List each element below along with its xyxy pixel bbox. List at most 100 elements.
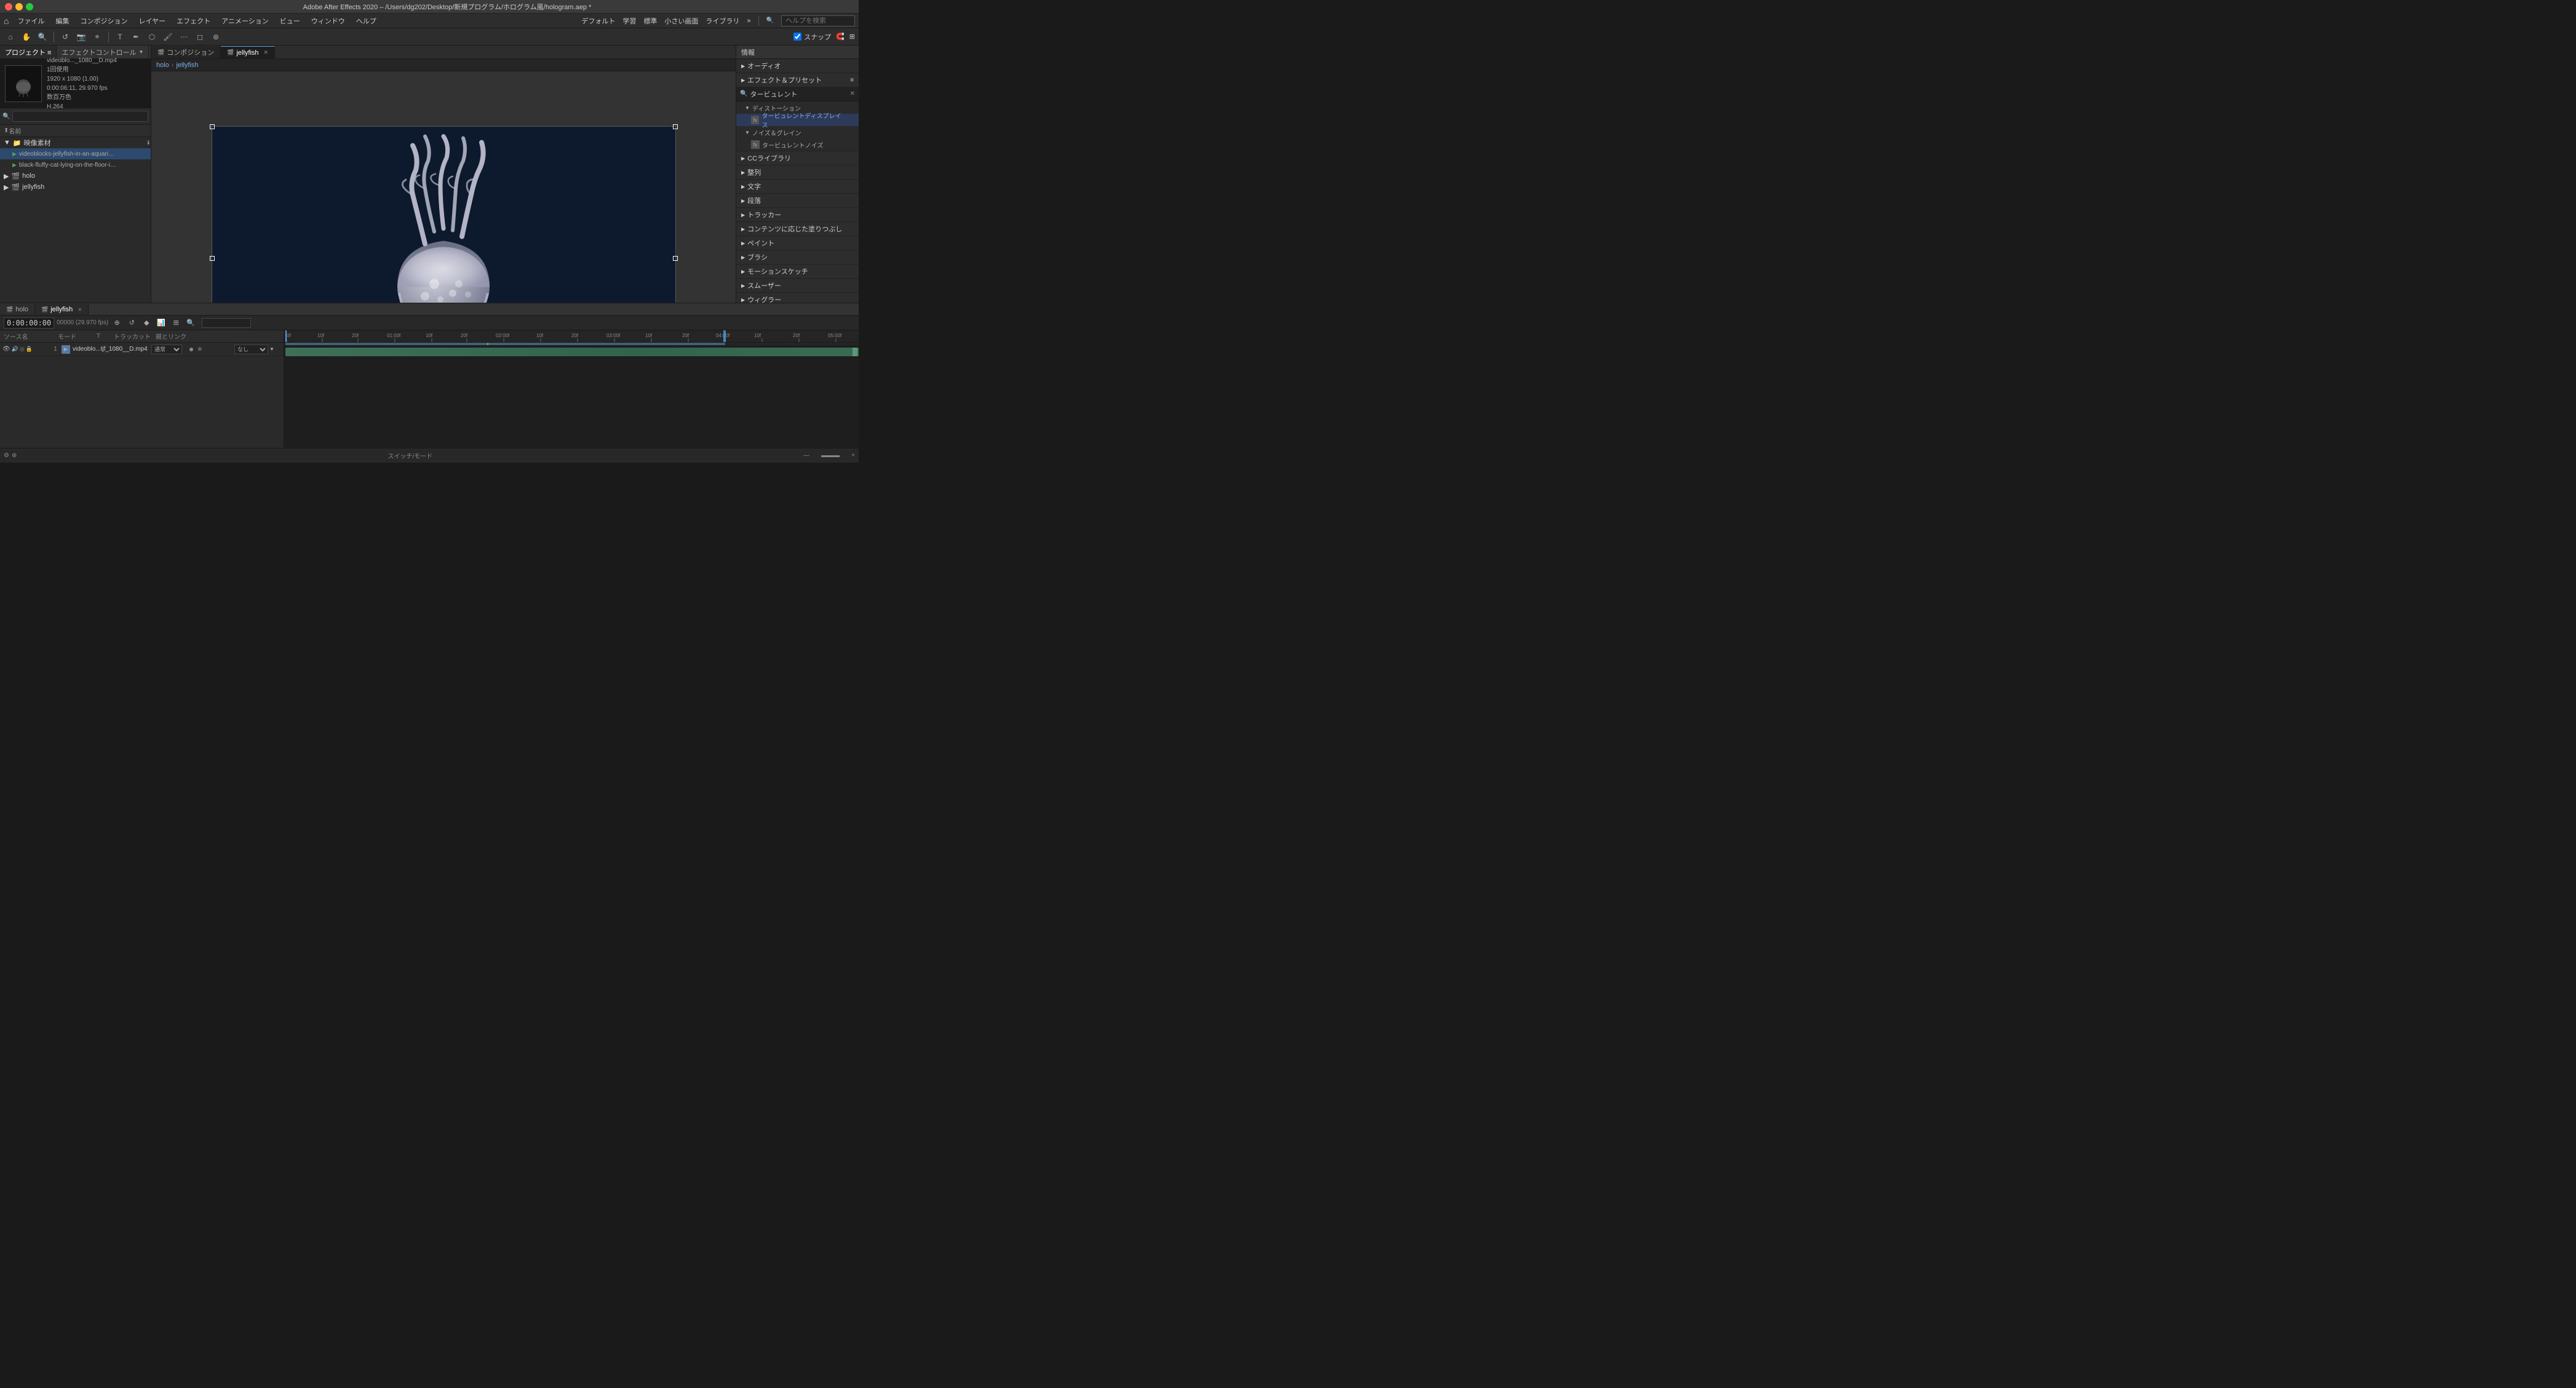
- comp-settings-icon[interactable]: ⚙: [4, 452, 9, 459]
- layer-audio-icon[interactable]: 🔊: [12, 346, 18, 353]
- layer-mode-select-1[interactable]: 通常: [151, 345, 182, 354]
- timeline-current-time[interactable]: 0:00:00:00: [4, 317, 54, 329]
- menu-item-file[interactable]: ファイル: [12, 15, 49, 27]
- menu-item-layer[interactable]: レイヤー: [133, 15, 170, 27]
- sort-icon[interactable]: ⬆: [4, 127, 9, 134]
- effects-audio-header[interactable]: ▶ オーディオ: [736, 59, 859, 73]
- grid-icon[interactable]: ⊞: [849, 33, 855, 41]
- noise-grain-category: ▼ ノイズ＆グレイン fx タービュレントノイズ: [736, 126, 859, 151]
- text-header[interactable]: ▶ 文字: [736, 180, 859, 193]
- layer-blending-icon[interactable]: ⊕: [12, 452, 17, 459]
- handle-mid-left[interactable]: [210, 256, 215, 261]
- toolbar-btn-shape[interactable]: ⬡: [145, 30, 159, 44]
- align-header[interactable]: ▶ 整列: [736, 166, 859, 179]
- effect-turbulent-noise[interactable]: fx タービュレントノイズ: [736, 138, 859, 151]
- menu-icon[interactable]: ≡: [850, 77, 854, 84]
- menu-item-window[interactable]: ウィンドウ: [306, 15, 350, 27]
- workspace-library[interactable]: ライブラリ: [706, 16, 739, 26]
- toolbar-btn-home[interactable]: ⌂: [4, 30, 17, 44]
- breadcrumb-holo[interactable]: holo: [156, 62, 169, 69]
- tl-btn-graph[interactable]: 📊: [155, 317, 167, 329]
- menu-item-help[interactable]: ヘルプ: [351, 15, 381, 27]
- layer-visibility-eye[interactable]: 👁: [2, 346, 10, 353]
- toolbar-btn-clone[interactable]: ⋯: [177, 30, 191, 44]
- timeline-zoom-range[interactable]: ▬▬▬: [812, 452, 849, 459]
- tracker-header[interactable]: ▶ トラッカー: [736, 208, 859, 221]
- menu-item-view[interactable]: ビュー: [275, 15, 305, 27]
- timeline-zoom-in[interactable]: +: [851, 452, 855, 459]
- cc-library-header[interactable]: ▶ CCライブラリ: [736, 151, 859, 165]
- content-fill-header[interactable]: ▶ コンテンツに応じた塗りつぶし: [736, 222, 859, 236]
- motion-sketch-header[interactable]: ▶ モーションスケッチ: [736, 265, 859, 278]
- timeline-clip-bar[interactable]: [285, 348, 859, 356]
- handle-top-right[interactable]: [673, 124, 678, 129]
- effects-presets-header[interactable]: ▶ エフェクト＆プリセット ≡: [736, 73, 859, 87]
- folder-media[interactable]: ▼ 📁 映像素材 ⬇: [0, 137, 151, 148]
- minimize-button[interactable]: [15, 3, 23, 10]
- snap-checkbox[interactable]: [793, 33, 801, 41]
- comp-tab-jellyfish[interactable]: 🎬 jellyfish ✕: [221, 46, 275, 58]
- search-icon: 🔍: [766, 17, 774, 24]
- maximize-button[interactable]: [26, 3, 33, 10]
- smoother-header[interactable]: ▶ スムーザー: [736, 279, 859, 292]
- tl-btn-loop[interactable]: ↺: [125, 317, 138, 329]
- toolbar-btn-pan[interactable]: ⊕: [90, 30, 104, 44]
- tl-btn-navigator[interactable]: ⊕: [111, 317, 123, 329]
- timeline-search-input[interactable]: [202, 318, 251, 328]
- workspace-small[interactable]: 小さい画面: [664, 16, 698, 26]
- tl-tab-close[interactable]: ✕: [78, 307, 82, 313]
- folder-holo[interactable]: ▶ 🎬 holo: [0, 170, 151, 181]
- toolbar-btn-text[interactable]: T: [113, 30, 127, 44]
- timeline-tab-jellyfish[interactable]: 🎬 jellyfish ✕: [35, 304, 89, 315]
- effects-search-close[interactable]: ✕: [850, 90, 855, 97]
- workspace-learn[interactable]: 学習: [622, 16, 636, 26]
- layer-lock-icon[interactable]: 🔒: [26, 346, 33, 353]
- file-cat-video[interactable]: ▶ black-fluffy-cat-lying-on-the-floor-in…: [0, 159, 151, 170]
- effects-search-input[interactable]: [750, 90, 847, 98]
- folder-import-icon[interactable]: ⬇: [146, 140, 151, 146]
- paint-header[interactable]: ▶ ペイント: [736, 236, 859, 250]
- file-jellyfish-video[interactable]: ▶ videoblocks-jellyfish-in-an-aquarium-o…: [0, 148, 151, 159]
- timeline-zoom-out[interactable]: —: [803, 452, 809, 459]
- brush-header[interactable]: ▶ ブラシ: [736, 250, 859, 264]
- project-search-input[interactable]: [12, 111, 148, 122]
- handle-top-left[interactable]: [210, 124, 215, 129]
- menu-item-animation[interactable]: アニメーション: [217, 15, 274, 27]
- toolbar-btn-hand[interactable]: ✋: [20, 30, 33, 44]
- magnet-icon[interactable]: 🧲: [836, 33, 845, 41]
- close-button[interactable]: [5, 3, 12, 10]
- breadcrumb-jellyfish[interactable]: jellyfish: [176, 62, 198, 69]
- window-controls[interactable]: [5, 3, 33, 10]
- home-icon[interactable]: ⌂: [4, 16, 9, 26]
- tl-btn-marker[interactable]: ⊞: [170, 317, 182, 329]
- menu-item-edit[interactable]: 編集: [50, 15, 74, 27]
- layer-parent-select-1[interactable]: なし: [234, 345, 268, 354]
- toolbar-btn-puppet[interactable]: ⊛: [209, 30, 223, 44]
- toolbar-btn-brush[interactable]: 🖌: [161, 30, 175, 44]
- toolbar-btn-rotate[interactable]: ↺: [58, 30, 72, 44]
- comp-tab-composition[interactable]: 🎬 コンポジション: [151, 46, 221, 58]
- folder-jellyfish[interactable]: ▶ 🎬 jellyfish: [0, 181, 151, 193]
- toolbar-btn-pen[interactable]: ✒: [129, 30, 143, 44]
- effect-turbulent-displace[interactable]: fx タービュレントディスプレイス: [736, 114, 859, 126]
- workspace-default[interactable]: デフォルト: [581, 16, 615, 26]
- expand-icon[interactable]: »: [747, 17, 750, 25]
- toolbar-btn-camera[interactable]: 📷: [74, 30, 88, 44]
- toolbar-btn-zoom[interactable]: 🔍: [36, 30, 49, 44]
- tl-btn-keyframe[interactable]: ◆: [140, 317, 153, 329]
- tl-btn-search[interactable]: 🔍: [185, 317, 197, 329]
- comp-tab-close[interactable]: ✕: [264, 49, 269, 56]
- menu-item-effects[interactable]: エフェクト: [172, 15, 215, 27]
- workspace-standard[interactable]: 標準: [643, 16, 657, 26]
- timeline-playhead[interactable]: [285, 330, 287, 342]
- snap-checkbox-label[interactable]: スナップ: [793, 32, 831, 42]
- paragraph-header[interactable]: ▶ 段落: [736, 194, 859, 207]
- timeline-tab-holo[interactable]: 🎬 holo: [0, 304, 35, 315]
- help-search-input[interactable]: [781, 15, 855, 26]
- clip-end-handle[interactable]: [853, 348, 857, 356]
- timeline-footer: ⚙ ⊕ スイッチ/モード — ▬▬▬ +: [0, 448, 859, 463]
- handle-mid-right[interactable]: [673, 256, 678, 261]
- toolbar-btn-eraser[interactable]: ◻: [193, 30, 207, 44]
- menu-item-composition[interactable]: コンポジション: [75, 15, 132, 27]
- layer-solo-icon[interactable]: ◎: [20, 346, 25, 353]
